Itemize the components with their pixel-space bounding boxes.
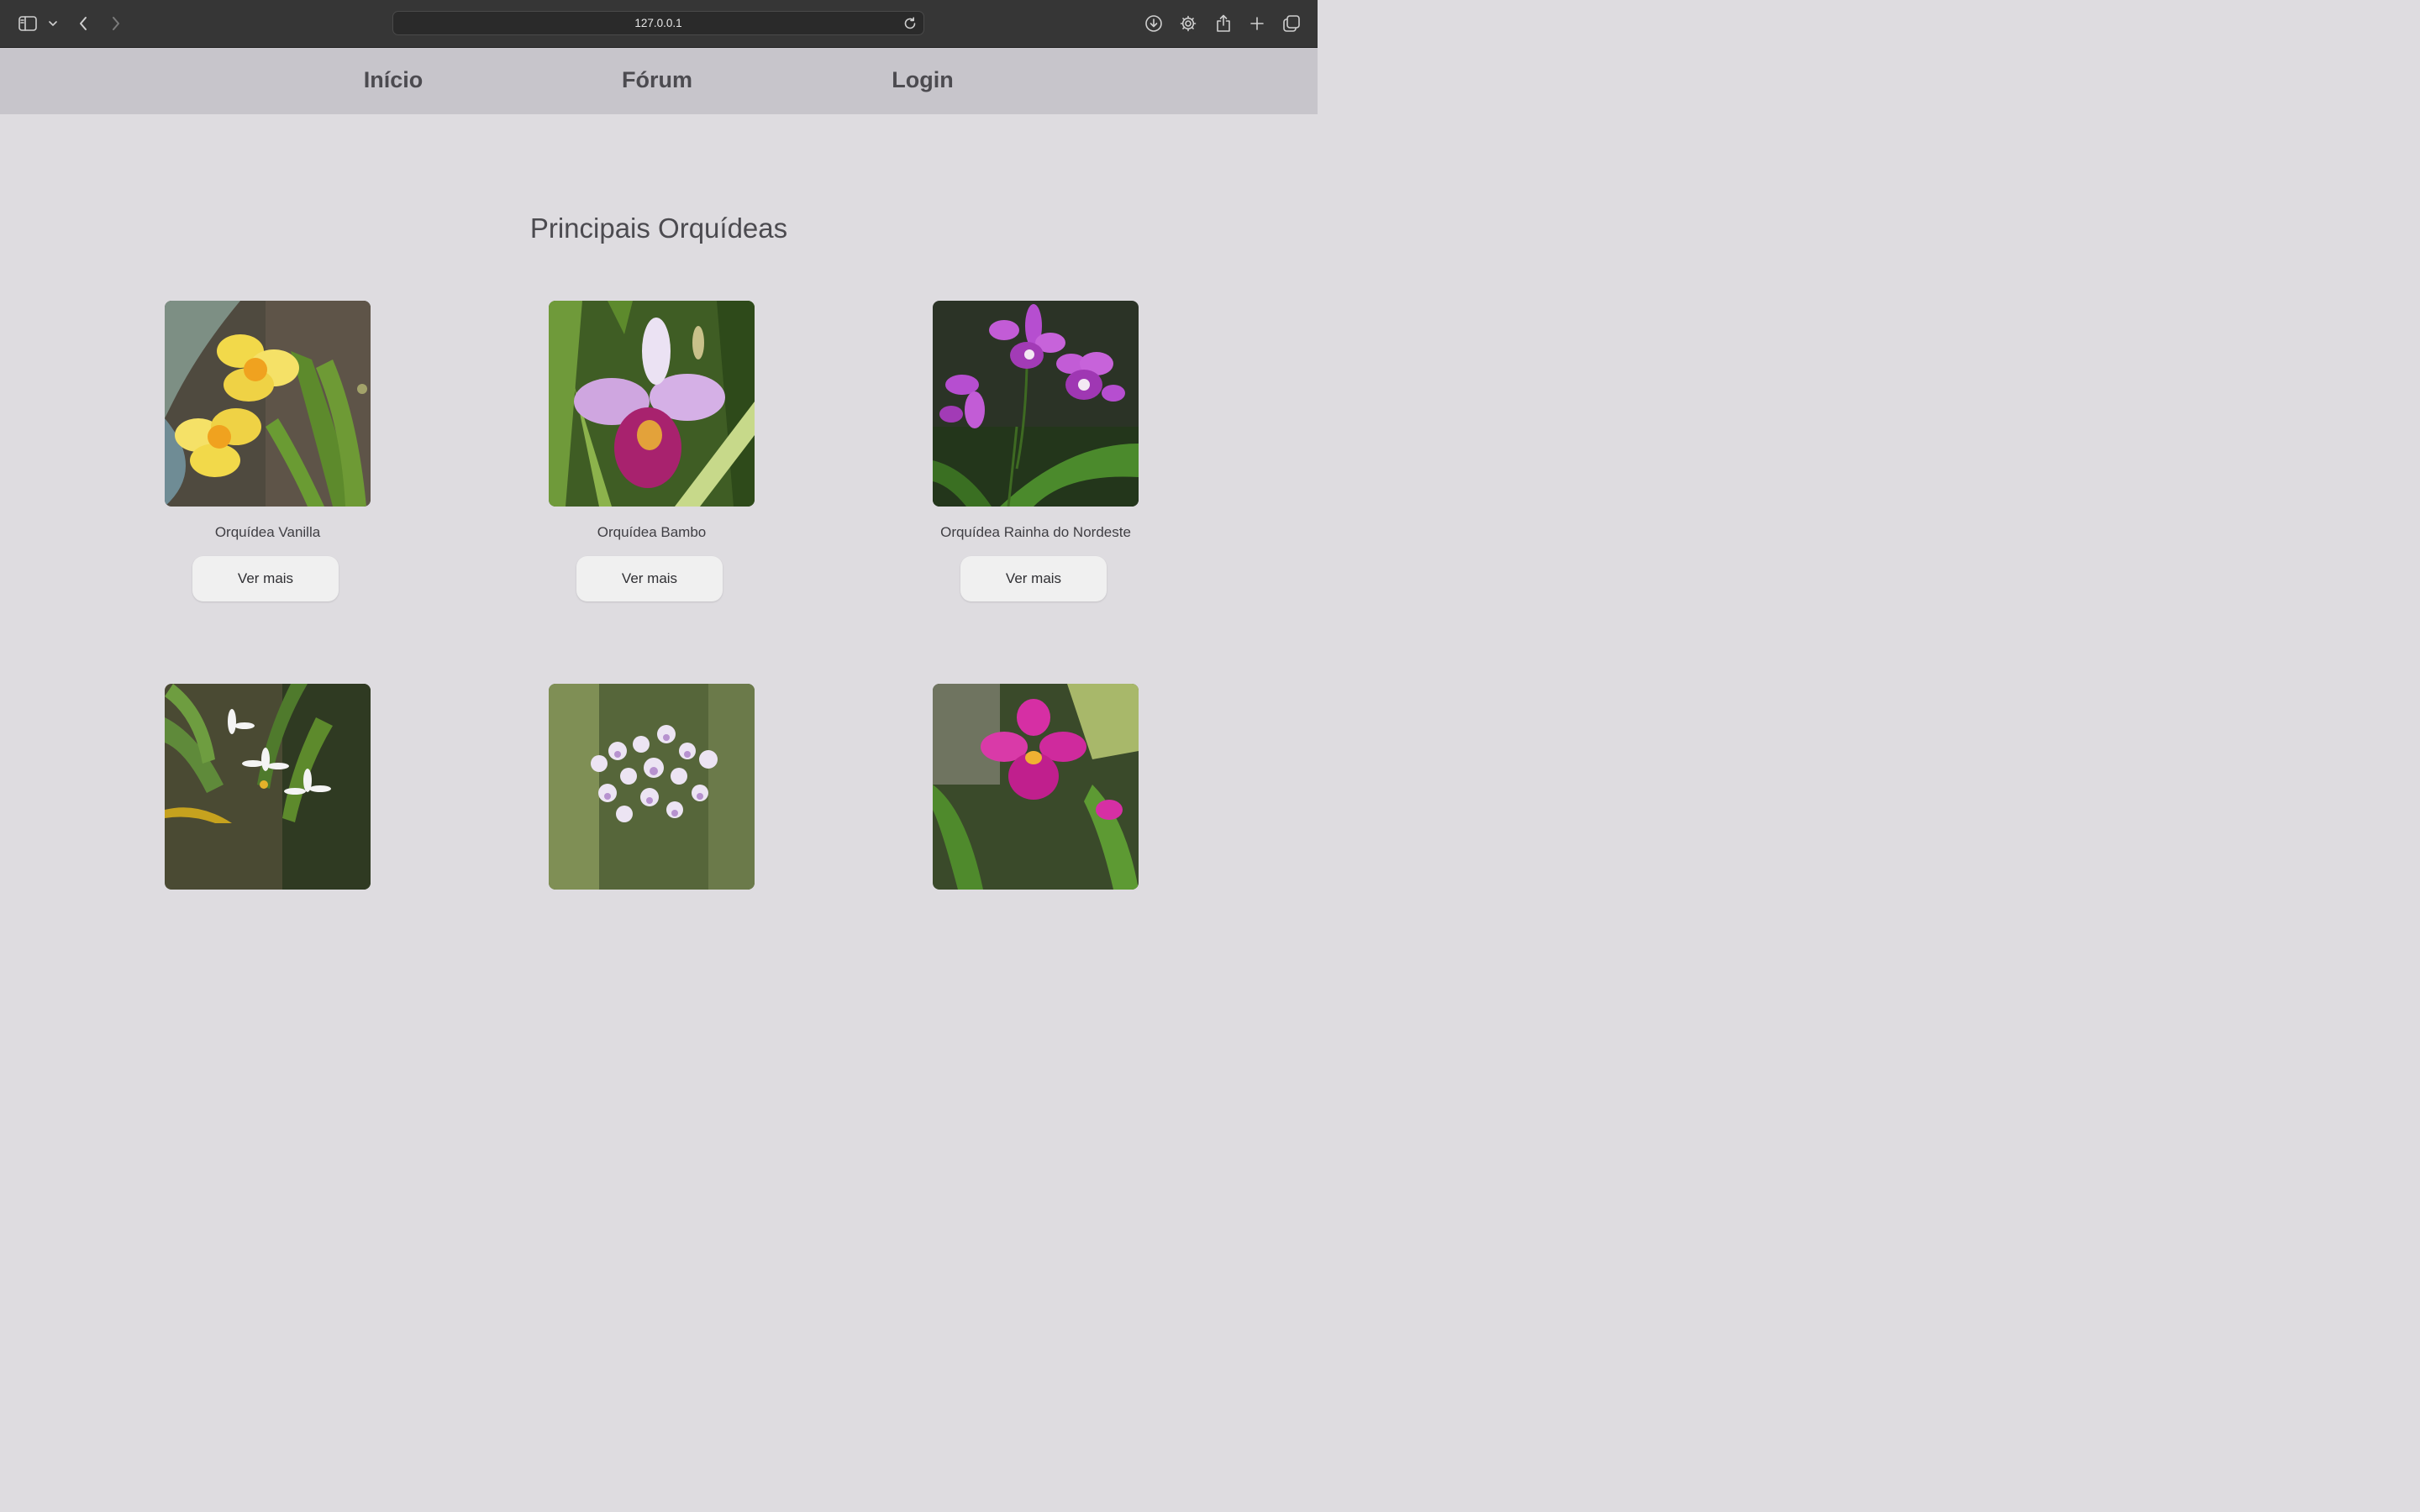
sidebar-icon[interactable] xyxy=(17,0,39,47)
url-text: 127.0.0.1 xyxy=(634,17,682,29)
ver-mais-button[interactable]: Ver mais xyxy=(576,556,723,601)
orchid-card: Orquídea Bambo Ver mais xyxy=(549,301,755,601)
share-icon[interactable] xyxy=(1213,0,1234,47)
orchid-name: Orquídea Bambo xyxy=(597,524,707,540)
nav-link-inicio[interactable]: Início xyxy=(364,48,424,114)
orchid-card xyxy=(549,684,755,907)
orchid-bambo-image[interactable] xyxy=(549,301,755,507)
back-icon[interactable] xyxy=(75,0,92,47)
site-nav: Início Fórum Login xyxy=(0,48,1318,114)
download-icon[interactable] xyxy=(1144,0,1164,47)
orchid-card: Orquídea Vanilla Ver mais xyxy=(165,301,371,601)
orchid-name: Orquídea Vanilla xyxy=(214,524,321,540)
nav-link-login[interactable]: Login xyxy=(892,48,953,114)
orchid-card xyxy=(165,684,371,907)
page-title: Principais Orquídeas xyxy=(529,213,788,244)
orchid-card: Orquídea Rainha do Nordeste Ver mais xyxy=(933,301,1139,601)
gear-icon[interactable] xyxy=(1178,0,1198,47)
address-bar[interactable]: 127.0.0.1 xyxy=(392,11,924,35)
orchid-name: Orquídea Rainha do Nordeste xyxy=(940,524,1131,540)
tabs-icon[interactable] xyxy=(1281,0,1302,47)
reload-icon[interactable] xyxy=(902,15,918,36)
browser-toolbar: 127.0.0.1 xyxy=(0,0,1318,48)
ver-mais-button[interactable]: Ver mais xyxy=(192,556,339,601)
orchid-vanilla-image[interactable] xyxy=(165,301,371,507)
nav-link-forum[interactable]: Fórum xyxy=(622,48,692,114)
orchid-white-image[interactable] xyxy=(165,684,371,890)
orchid-magenta-image[interactable] xyxy=(933,684,1139,890)
orchid-card xyxy=(933,684,1139,907)
orchid-rainha-do-nordeste-image[interactable] xyxy=(933,301,1139,507)
chevron-down-icon[interactable] xyxy=(46,0,60,47)
forward-icon[interactable] xyxy=(108,0,124,47)
orchid-lilac-cluster-image[interactable] xyxy=(549,684,755,890)
plus-icon[interactable] xyxy=(1247,0,1267,47)
ver-mais-button[interactable]: Ver mais xyxy=(960,556,1107,601)
